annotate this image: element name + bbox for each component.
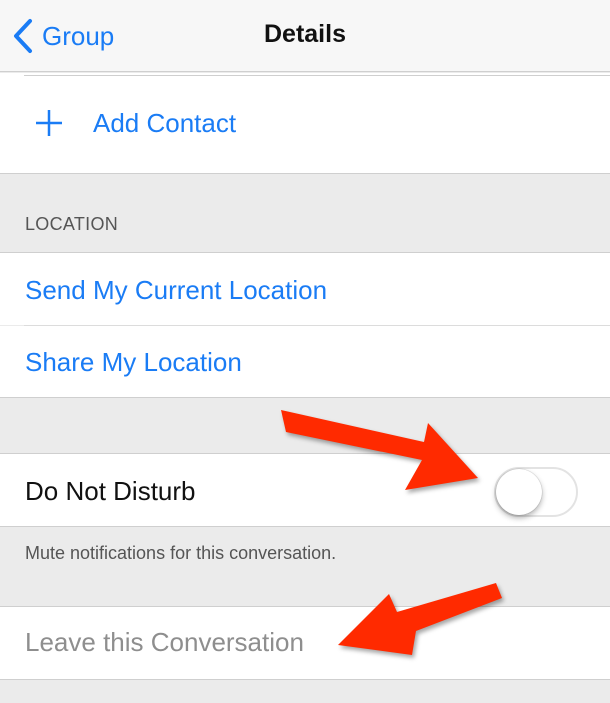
plus-icon xyxy=(36,110,62,136)
add-contact-label: Add Contact xyxy=(93,108,237,138)
leave-conversation-row[interactable]: Leave this Conversation xyxy=(0,607,610,679)
do-not-disturb-label: Do Not Disturb xyxy=(25,476,196,506)
page-title: Details xyxy=(264,20,346,48)
do-not-disturb-toggle[interactable] xyxy=(494,467,578,517)
divider xyxy=(0,397,610,398)
share-my-location-label: Share My Location xyxy=(25,347,242,377)
divider xyxy=(0,173,610,174)
send-current-location-label: Send My Current Location xyxy=(25,275,328,305)
divider xyxy=(0,679,610,680)
do-not-disturb-footer: Mute notifications for this conversation… xyxy=(25,543,337,563)
toggle-knob xyxy=(496,469,542,515)
navigation-bar: Group Details xyxy=(0,0,610,72)
leave-conversation-label: Leave this Conversation xyxy=(25,627,304,657)
divider xyxy=(0,526,610,527)
add-contact-row[interactable]: Add Contact xyxy=(0,73,610,173)
send-current-location-row[interactable]: Send My Current Location xyxy=(0,253,610,325)
section-header-location: LOCATION xyxy=(25,214,119,234)
divider xyxy=(24,75,610,76)
share-my-location-row[interactable]: Share My Location xyxy=(0,326,610,397)
